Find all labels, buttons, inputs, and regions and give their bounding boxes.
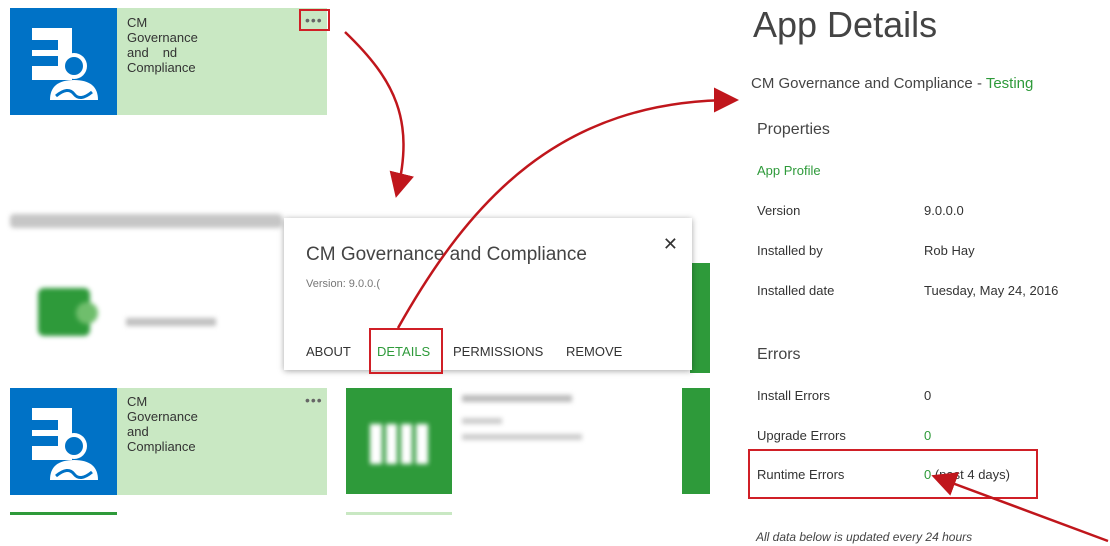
arrow-to-runtime-errors [931,472,1109,543]
arrow-to-callout [344,31,414,198]
annotation-arrows [344,31,1109,543]
arrow-to-details [396,87,739,329]
